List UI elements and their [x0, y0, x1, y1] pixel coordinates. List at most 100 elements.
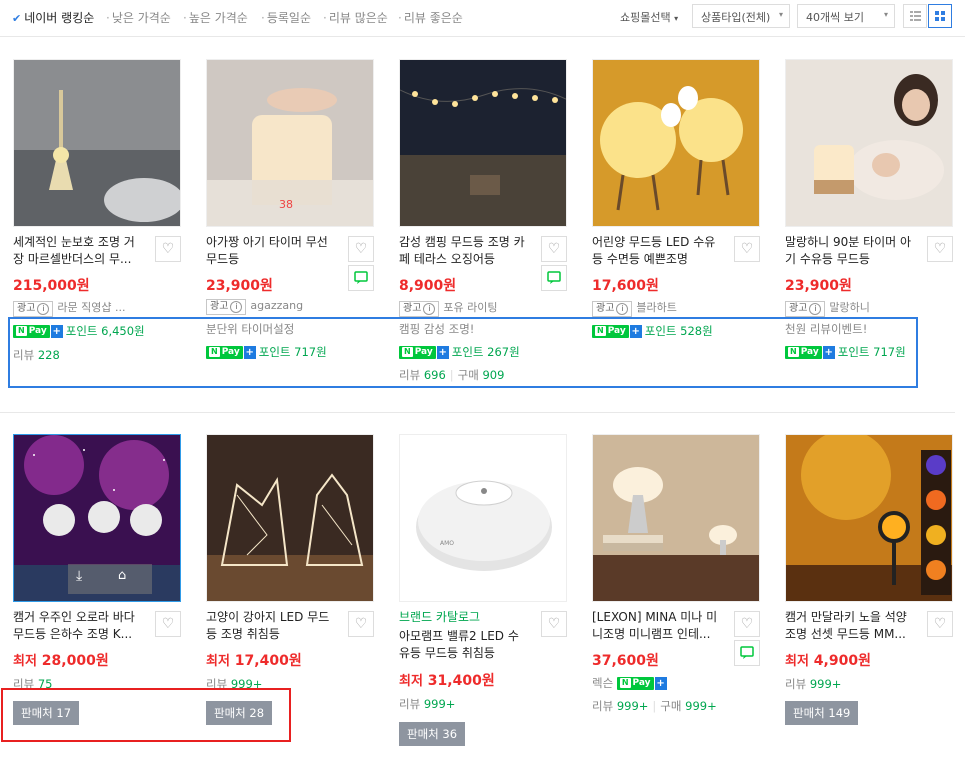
info-icon: i	[809, 303, 822, 315]
wishlist-button[interactable]: ♡	[155, 236, 181, 262]
highlight-box-red	[1, 688, 291, 742]
grid-view-icon	[935, 11, 945, 21]
wishlist-button[interactable]: ♡	[734, 611, 760, 637]
product-title[interactable]: 캠거 만달라키 노을 석양 조명 선셋 무드등 MM...	[785, 609, 915, 643]
seller-name[interactable]: agazzang	[250, 299, 303, 312]
info-icon: i	[616, 303, 629, 315]
heart-icon: ♡	[933, 241, 947, 257]
product-price: 23,900원	[785, 278, 852, 294]
wishlist-button[interactable]: ♡	[927, 611, 953, 637]
seller-name[interactable]: 블라하트	[636, 301, 676, 314]
product-type-select[interactable]: 상품타입(전체) ▾	[692, 4, 790, 28]
review-count[interactable]: 리뷰 999+	[399, 696, 455, 712]
info-icon: i	[230, 301, 243, 313]
product-image[interactable]: ⤓ ⌂	[13, 434, 181, 602]
lens-icon[interactable]: ⌂	[118, 568, 126, 583]
product-price: 37,600원	[592, 653, 659, 669]
grid-view-button[interactable]	[928, 4, 952, 28]
chat-icon	[740, 646, 754, 659]
mall-select[interactable]: 쇼핑몰선택 ▾	[620, 9, 678, 25]
sort-review-score[interactable]: · 리뷰 좋은순	[398, 9, 463, 26]
list-view-icon	[910, 11, 921, 21]
ad-badge[interactable]: 광고 i	[399, 301, 440, 317]
product-title[interactable]: [LEXON] MINA 미나 미니조명 미니램프 인테...	[592, 609, 722, 643]
download-icon[interactable]: ⤓	[76, 568, 82, 584]
npay-icon: N Pay	[616, 677, 654, 690]
stores-button[interactable]: 판매처 36	[399, 722, 466, 746]
heart-icon: ♡	[740, 616, 754, 632]
wishlist-button[interactable]: ♡	[541, 611, 567, 637]
product-price: 최저 4,900원	[785, 653, 871, 669]
product-title[interactable]: 말랑하니 90분 타이머 아기 수유등 무드등	[785, 234, 915, 268]
highlight-box-blue	[8, 317, 918, 388]
product-price: 최저 28,000원	[13, 653, 109, 669]
product-price: 최저 17,400원	[206, 653, 302, 669]
sort-high-price[interactable]: · 높은 가격순	[183, 9, 248, 26]
review-buy-count[interactable]: 리뷰 999+ | 구매 999+	[592, 698, 717, 714]
product-image[interactable]: 38	[206, 59, 374, 227]
product-price: 17,600원	[592, 278, 659, 294]
ad-badge[interactable]: 광고 i	[785, 301, 826, 317]
product-image[interactable]	[206, 434, 374, 602]
ad-badge[interactable]: 광고 i	[592, 301, 633, 317]
product-title[interactable]: 세계적인 눈보호 조명 거장 마르셀반더스의 무...	[13, 234, 143, 268]
product-image[interactable]	[13, 59, 181, 227]
talk-button[interactable]	[734, 640, 760, 666]
product-title[interactable]: 감성 캠핑 무드등 조명 카페 테라스 오징어등	[399, 234, 529, 268]
review-count[interactable]: 리뷰 999+	[785, 676, 841, 692]
stores-button[interactable]: 판매처 149	[785, 701, 859, 725]
product-price: 8,900원	[399, 278, 457, 294]
wishlist-button[interactable]: ♡	[927, 236, 953, 262]
brand-catalog-label[interactable]: 브랜드 카탈로그	[399, 608, 480, 625]
talk-button[interactable]	[541, 265, 567, 291]
talk-button[interactable]	[348, 265, 374, 291]
view-count-select[interactable]: 40개씩 보기 ▾	[797, 4, 895, 28]
product-image[interactable]	[785, 434, 953, 602]
sort-bar: ✔ 네이버 랭킹순 · 낮은 가격순 · 높은 가격순 · 등록일순 · 리뷰 많은순 ·…	[0, 0, 965, 37]
caret-down-icon: ▾	[883, 10, 888, 19]
product-price: 215,000원	[13, 278, 90, 294]
product-image[interactable]	[399, 59, 567, 227]
wishlist-button[interactable]: ♡	[541, 236, 567, 262]
product-price: 최저 31,400원	[399, 673, 495, 689]
seller-line: 광고 i 라문 직영샵 ...	[13, 299, 126, 317]
product-image[interactable]: AMO	[399, 434, 567, 602]
product-image[interactable]	[592, 59, 760, 227]
heart-icon: ♡	[354, 241, 368, 257]
sort-date[interactable]: · 등록일순	[261, 9, 311, 26]
heart-icon: ♡	[354, 616, 368, 632]
list-view-button[interactable]	[903, 4, 927, 28]
info-icon: i	[37, 303, 50, 315]
seller-name[interactable]: 라문 직영샵 ...	[57, 301, 125, 314]
row-divider	[0, 412, 955, 413]
ad-badge[interactable]: 광고 i	[13, 301, 54, 317]
product-title[interactable]: 아모램프 밸류2 LED 수유등 무드등 취침등	[399, 628, 529, 662]
product-title[interactable]: 어린양 무드등 LED 수유등 수면등 예쁜조명	[592, 234, 722, 268]
wishlist-button[interactable]: ♡	[734, 236, 760, 262]
seller-line[interactable]: 렉슨 N Pay +	[592, 675, 667, 691]
seller-line: 광고 i 말랑하니	[785, 299, 870, 317]
chat-icon	[354, 271, 368, 284]
ad-badge[interactable]: 광고 i	[206, 299, 247, 315]
seller-line: 광고 i 포유 라이팅	[399, 299, 498, 317]
seller-name[interactable]: 포유 라이팅	[443, 301, 497, 314]
product-title[interactable]: 고양이 강아지 LED 무드등 조명 취침등	[206, 609, 336, 643]
product-image[interactable]	[592, 434, 760, 602]
wishlist-button[interactable]: ♡	[348, 236, 374, 262]
wishlist-button[interactable]: ♡	[348, 611, 374, 637]
product-title[interactable]: 캠거 우주인 오로라 바다 무드등 은하수 조명 K...	[13, 609, 143, 643]
hover-action-bar: ⤓ ⌂	[68, 564, 152, 594]
caret-down-icon: ▾	[778, 10, 783, 19]
sort-ranking[interactable]: ✔ 네이버 랭킹순	[12, 9, 94, 26]
product-title[interactable]: 아가짱 아기 타이머 무선 무드등	[206, 234, 336, 268]
heart-icon: ♡	[161, 616, 175, 632]
seller-line: 광고 i agazzang	[206, 299, 303, 315]
heart-icon: ♡	[740, 241, 754, 257]
seller-name[interactable]: 말랑하니	[829, 301, 869, 314]
wishlist-button[interactable]: ♡	[155, 611, 181, 637]
sort-low-price[interactable]: · 낮은 가격순	[106, 9, 171, 26]
product-image[interactable]	[785, 59, 953, 227]
sort-review-count[interactable]: · 리뷰 많은순	[323, 9, 388, 26]
info-icon: i	[423, 303, 436, 315]
chat-icon	[547, 271, 561, 284]
